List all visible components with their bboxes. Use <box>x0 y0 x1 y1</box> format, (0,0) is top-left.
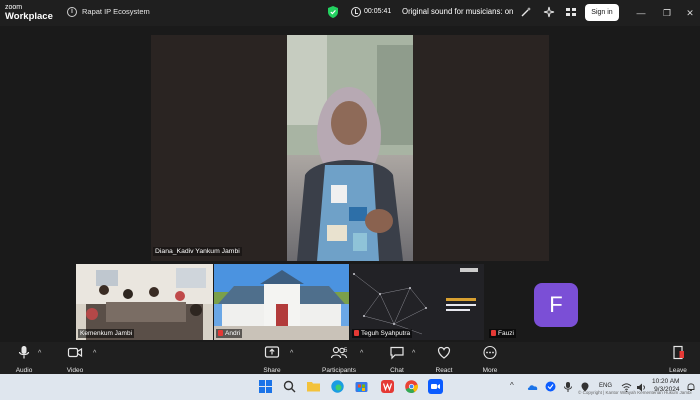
chrome-browser-icon[interactable] <box>404 379 419 394</box>
audio-options-chevron-icon[interactable]: ^ <box>38 350 41 357</box>
video-camera-icon <box>67 347 83 358</box>
participant-name-text: Fauzi <box>498 330 514 337</box>
leave-label: Leave <box>669 367 687 374</box>
windows-start-icon[interactable] <box>258 379 273 394</box>
heart-icon <box>437 346 451 359</box>
active-speaker-tile[interactable]: Diana_Kadiv Yankum Jambi <box>151 35 549 261</box>
participant-tile[interactable]: Andri <box>214 264 349 340</box>
share-button[interactable]: Share <box>252 345 292 374</box>
participant-tile[interactable]: Kemenkum Jambi <box>76 264 213 340</box>
participants-label: Participants <box>322 367 356 374</box>
participants-button[interactable]: 5 Participants <box>316 345 362 374</box>
participant-name-text: Teguh Syahputra <box>361 330 411 337</box>
speaker-name-label: Diana_Kadiv Yankum Jambi <box>153 247 242 256</box>
share-label: Share <box>263 367 281 374</box>
participant-tile[interactable]: Teguh Syahputra <box>350 264 484 340</box>
participant-tile[interactable]: F Fauzi <box>485 264 625 340</box>
info-icon[interactable]: i <box>67 7 77 17</box>
chat-label: Chat <box>390 367 404 374</box>
muted-mic-icon <box>218 330 223 336</box>
gallery-strip: Kemenkum Jambi Andri Teguh Syahputra F F… <box>0 262 700 342</box>
file-explorer-icon[interactable] <box>306 379 321 394</box>
microphone-icon <box>18 346 30 359</box>
react-label: React <box>435 367 453 374</box>
zoom-logo: zoom Workplace <box>5 3 55 21</box>
participant-name-label: Andri <box>216 329 243 338</box>
grid-view-icon[interactable] <box>565 6 577 18</box>
video-label: Video <box>66 367 84 374</box>
more-button[interactable]: More <box>470 345 510 374</box>
speaker-video <box>287 35 413 261</box>
show-hidden-icons-chevron-icon[interactable]: ^ <box>510 381 514 390</box>
chat-bubble-icon <box>390 346 404 360</box>
title-bar: zoom Workplace i Rapat IP Ecosystem 00:0… <box>0 0 700 26</box>
share-options-chevron-icon[interactable]: ^ <box>290 350 293 357</box>
leave-door-icon <box>673 345 684 360</box>
close-icon[interactable]: ✕ <box>683 6 697 20</box>
store-icon[interactable] <box>354 379 369 394</box>
sign-in-button[interactable]: Sign in <box>585 4 619 21</box>
video-options-chevron-icon[interactable]: ^ <box>93 350 96 357</box>
meeting-title: Rapat IP Ecosystem <box>82 7 150 16</box>
wand-icon[interactable] <box>520 6 532 18</box>
microphone-tray-icon[interactable] <box>563 381 573 393</box>
wps-office-icon[interactable] <box>380 379 395 394</box>
leave-button[interactable]: Leave <box>658 345 698 374</box>
meeting-toolbar: Audio ^ Video ^ Share ^ 5 Participants ^ <box>0 342 700 374</box>
share-screen-icon <box>264 346 280 358</box>
participant-avatar: F <box>534 283 578 327</box>
minimize-icon[interactable]: — <box>634 6 648 20</box>
original-sound-status[interactable]: Original sound for musicians: on <box>402 7 513 16</box>
meeting-timer: 00:05:41 <box>364 8 392 15</box>
shield-icon[interactable] <box>328 6 338 18</box>
more-dots-icon <box>483 345 497 360</box>
participant-name-label: Kemenkum Jambi <box>78 329 135 338</box>
chat-button[interactable]: Chat <box>377 345 417 374</box>
audio-label: Audio <box>15 367 33 374</box>
participant-name-label: Fauzi <box>489 329 516 338</box>
zoom-app-icon[interactable] <box>428 379 443 394</box>
react-button[interactable]: React <box>424 345 464 374</box>
input-language-indicator[interactable]: ENG <box>599 383 612 389</box>
muted-mic-icon <box>354 330 359 336</box>
chat-options-chevron-icon[interactable]: ^ <box>412 350 415 357</box>
participant-name-label: Teguh Syahputra <box>352 329 413 338</box>
speaker-video-image <box>287 35 413 261</box>
restore-icon[interactable]: ❐ <box>660 6 674 20</box>
search-icon[interactable] <box>282 379 297 394</box>
muted-mic-icon <box>491 330 496 336</box>
app-tray-icon[interactable] <box>545 381 556 392</box>
video-button[interactable]: Video <box>55 345 95 374</box>
participants-count: 5 <box>344 348 348 354</box>
windows-taskbar: ^ ENG 10:20 AM 9/3/2024 <box>0 374 700 400</box>
onedrive-icon[interactable] <box>527 381 539 393</box>
video-stage: Diana_Kadiv Yankum Jambi <box>0 26 700 262</box>
clock-time: 10:20 AM <box>652 378 680 385</box>
edge-browser-icon[interactable] <box>330 379 345 394</box>
sparkle-icon[interactable] <box>543 6 555 18</box>
participants-options-chevron-icon[interactable]: ^ <box>360 350 363 357</box>
logo-workplace-text: Workplace <box>5 11 53 22</box>
copyright-watermark: © Copyright | Kantor Wilayah Kementerian… <box>578 390 692 395</box>
participant-name-text: Andri <box>225 330 241 337</box>
clock-icon <box>351 7 361 17</box>
more-label: More <box>482 367 498 374</box>
